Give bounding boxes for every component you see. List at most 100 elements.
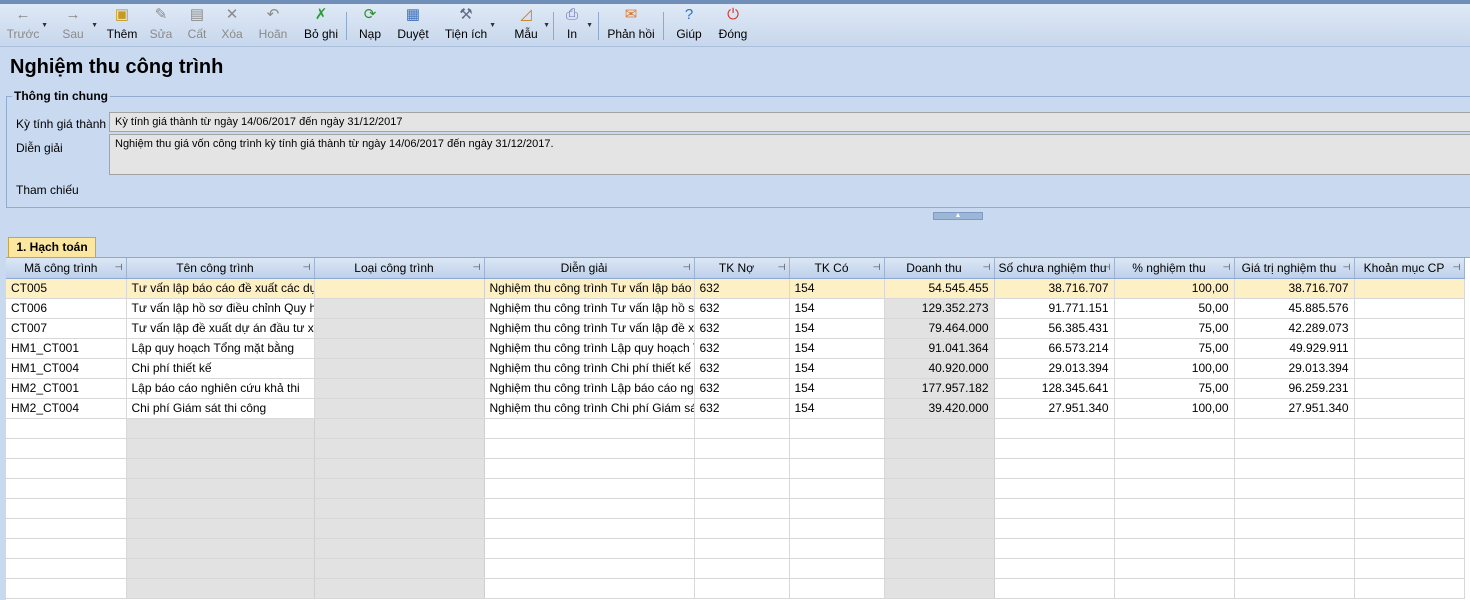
table-row[interactable]: HM1_CT004 Chi phí thiết kế Nghiệm thu công… [6, 358, 1465, 379]
pin-icon[interactable]: ⊣ [983, 262, 991, 273]
column-header[interactable]: Khoản mục CP ⊣ [1354, 258, 1465, 279]
table-cell[interactable] [1354, 458, 1465, 479]
table-cell[interactable]: CT006 [6, 298, 127, 319]
approve-button[interactable]: ▦ Duyệt [396, 6, 430, 46]
table-cell[interactable] [994, 558, 1115, 579]
table-cell[interactable]: Chi phí thiết kế [126, 358, 315, 379]
chevron-down-icon[interactable]: ▼ [91, 22, 98, 29]
table-cell[interactable] [1234, 478, 1355, 499]
table-cell[interactable] [314, 458, 485, 479]
table-cell[interactable]: 45.885.576 [1234, 298, 1355, 319]
table-cell[interactable]: Tư vấn lập hồ sơ điều chỉnh Quy ho [126, 298, 315, 319]
table-cell[interactable]: Lập báo cáo nghiên cứu khả thi [126, 378, 315, 399]
table-cell[interactable] [1234, 498, 1355, 519]
table-cell[interactable] [484, 438, 695, 459]
table-cell[interactable] [1354, 438, 1465, 459]
column-header[interactable]: Diễn giải ⊣ [484, 258, 695, 279]
table-cell[interactable]: 154 [789, 278, 885, 299]
table-cell[interactable] [1354, 518, 1465, 539]
table-cell[interactable] [884, 538, 995, 559]
table-cell[interactable]: 40.920.000 [884, 358, 995, 379]
table-cell[interactable]: 75,00 [1114, 338, 1235, 359]
table-cell[interactable] [314, 558, 485, 579]
table-cell[interactable]: 27.951.340 [1234, 398, 1355, 419]
table-cell[interactable] [1114, 538, 1235, 559]
reload-button[interactable]: ⟳ Nạp [357, 6, 383, 46]
table-cell[interactable] [1114, 438, 1235, 459]
period-field[interactable]: Kỳ tính giá thành từ ngày 14/06/2017 đến… [109, 112, 1470, 132]
table-cell[interactable] [1114, 478, 1235, 499]
table-cell[interactable] [484, 538, 695, 559]
table-cell[interactable] [884, 418, 995, 439]
table-cell[interactable] [314, 578, 485, 599]
empty-row[interactable] [6, 418, 1465, 439]
table-cell[interactable]: 129.352.273 [884, 298, 995, 319]
table-cell[interactable]: 75,00 [1114, 318, 1235, 339]
table-cell[interactable] [994, 478, 1115, 499]
table-cell[interactable] [314, 418, 485, 439]
next-button[interactable]: → Sau ▼ [56, 6, 98, 46]
table-cell[interactable] [789, 418, 885, 439]
table-cell[interactable] [1354, 578, 1465, 599]
table-cell[interactable] [789, 458, 885, 479]
table-cell[interactable] [314, 378, 485, 399]
table-cell[interactable]: Nghiệm thu công trình Chi phí Giám sát [484, 398, 695, 419]
pin-icon[interactable]: ⊣ [303, 262, 311, 273]
table-cell[interactable]: 632 [694, 298, 790, 319]
table-cell[interactable] [694, 438, 790, 459]
table-cell[interactable]: 632 [694, 358, 790, 379]
table-cell[interactable] [694, 498, 790, 519]
table-cell[interactable]: 177.957.182 [884, 378, 995, 399]
table-cell[interactable] [884, 578, 995, 599]
table-cell[interactable] [1234, 518, 1355, 539]
table-cell[interactable] [6, 478, 127, 499]
table-cell[interactable]: 632 [694, 338, 790, 359]
table-cell[interactable] [6, 558, 127, 579]
table-cell[interactable]: 154 [789, 318, 885, 339]
table-cell[interactable]: 29.013.394 [1234, 358, 1355, 379]
table-cell[interactable] [694, 518, 790, 539]
chevron-down-icon[interactable]: ▼ [489, 22, 496, 29]
close-button[interactable]: ⏻ Đóng [717, 6, 749, 46]
table-cell[interactable] [126, 538, 315, 559]
table-cell[interactable] [484, 558, 695, 579]
table-cell[interactable] [1234, 538, 1355, 559]
table-cell[interactable] [1114, 578, 1235, 599]
table-row[interactable]: HM2_CT001 Lập báo cáo nghiên cứu khả thi N… [6, 378, 1465, 399]
table-row[interactable]: HM2_CT004 Chi phí Giám sát thi công Nghiệm… [6, 398, 1465, 419]
chevron-down-icon[interactable]: ▼ [586, 22, 593, 29]
pin-icon[interactable]: ⊣ [683, 262, 691, 273]
table-cell[interactable] [994, 418, 1115, 439]
table-cell[interactable] [484, 578, 695, 599]
column-header[interactable]: % nghiệm thu ⊣ [1114, 258, 1235, 279]
table-cell[interactable] [884, 478, 995, 499]
table-row[interactable]: HM1_CT001 Lập quy hoạch Tổng mặt bằng Nghi… [6, 338, 1465, 359]
table-cell[interactable] [6, 578, 127, 599]
table-cell[interactable] [6, 418, 127, 439]
table-cell[interactable] [1234, 418, 1355, 439]
table-cell[interactable]: Tư vấn lập báo cáo đề xuất các dự [126, 278, 315, 299]
table-cell[interactable]: 96.259.231 [1234, 378, 1355, 399]
table-cell[interactable] [994, 518, 1115, 539]
table-cell[interactable] [314, 338, 485, 359]
table-cell[interactable] [694, 418, 790, 439]
table-cell[interactable]: CT005 [6, 278, 127, 299]
empty-row[interactable] [6, 578, 1465, 599]
utilities-button[interactable]: ⚒ Tiện ích ▼ [444, 6, 496, 46]
table-cell[interactable] [789, 498, 885, 519]
table-cell[interactable] [314, 398, 485, 419]
table-cell[interactable]: 75,00 [1114, 378, 1235, 399]
empty-row[interactable] [6, 518, 1465, 539]
table-cell[interactable]: Nghiệm thu công trình Chi phí thiết kế [484, 358, 695, 379]
table-cell[interactable] [994, 578, 1115, 599]
table-cell[interactable]: 100,00 [1114, 398, 1235, 419]
pin-icon[interactable]: ⊣ [873, 262, 881, 273]
table-cell[interactable]: Tư vấn lập đề xuất dự án đầu tư xây [126, 318, 315, 339]
table-cell[interactable] [314, 518, 485, 539]
table-cell[interactable] [1114, 458, 1235, 479]
table-cell[interactable] [484, 478, 695, 499]
table-cell[interactable]: 91.041.364 [884, 338, 995, 359]
table-row[interactable]: CT007 Tư vấn lập đề xuất dự án đầu tư xây… [6, 318, 1465, 339]
table-cell[interactable]: 56.385.431 [994, 318, 1115, 339]
description-field[interactable]: Nghiệm thu giá vốn công trình kỳ tính gi… [109, 134, 1470, 175]
